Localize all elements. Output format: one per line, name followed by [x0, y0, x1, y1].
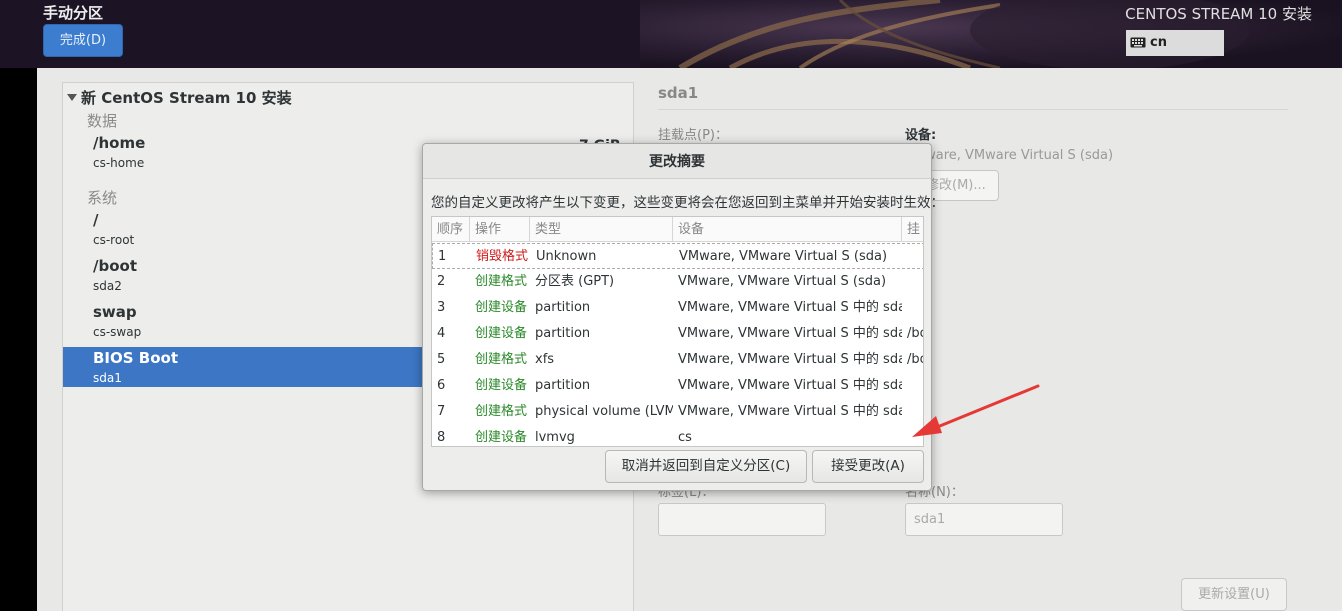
partition-device-swap: cs-swap [93, 325, 142, 339]
expander-icon[interactable] [67, 94, 77, 101]
cancel-and-return-button[interactable]: 取消并返回到自定义分区(C) [605, 450, 807, 483]
partition-device-home: cs-home [93, 156, 145, 170]
table-row[interactable]: 5 创建格式 xfs VMware, VMware Virtual S 中的 s… [432, 347, 923, 373]
keyboard-icon [1130, 37, 1146, 48]
cell-mount [902, 295, 923, 321]
partition-device-boot: sda2 [93, 279, 122, 293]
column-header-device[interactable]: 设备 [673, 217, 902, 242]
table-row[interactable]: 6 创建设备 partition VMware, VMware Virtual … [432, 373, 923, 399]
cell-device: VMware, VMware Virtual S (sda) [679, 249, 888, 264]
table-row[interactable]: 3 创建设备 partition VMware, VMware Virtual … [432, 295, 923, 321]
name-input[interactable]: sda1 [905, 503, 1063, 536]
page-title: 手动分区 [43, 4, 104, 22]
cell-action: 创建设备 [475, 300, 528, 315]
mount-point-label: 挂载点(P)： [658, 128, 728, 143]
section-data: 数据 [87, 112, 118, 130]
column-header-order[interactable]: 顺序 [432, 217, 470, 242]
cell-order: 5 [437, 352, 446, 367]
cell-mount: /bo [907, 326, 923, 341]
dialog-title: 更改摘要 [423, 144, 931, 179]
table-row[interactable]: 4 创建设备 partition VMware, VMware Virtual … [432, 321, 923, 347]
detail-divider [658, 109, 1288, 110]
detail-title: sda1 [658, 84, 699, 102]
summary-of-changes-dialog: 更改摘要 您的自定义更改将产生以下变更，这些变更将会在您返回到主菜单并开始安装时… [422, 143, 944, 491]
cell-mount [902, 373, 923, 399]
cell-order: 1 [438, 249, 447, 264]
dialog-message: 您的自定义更改将产生以下变更，这些变更将会在您返回到主菜单并开始安装时生效： [431, 195, 944, 211]
cell-action: 创建设备 [475, 430, 528, 445]
table-row[interactable]: 8 创建设备 lvmvg cs [432, 425, 923, 446]
cell-mount [903, 244, 923, 270]
cell-device: VMware, VMware Virtual S 中的 sda3 [678, 378, 902, 393]
device-label: 设备: [905, 128, 937, 143]
cell-device: VMware, VMware Virtual S (sda) [678, 274, 887, 289]
cell-action: 创建设备 [475, 326, 528, 341]
partition-mount-root[interactable]: / [93, 211, 98, 229]
cell-device: VMware, VMware Virtual S 中的 sda1 [678, 300, 902, 315]
column-header-mount[interactable]: 挂 [902, 217, 923, 242]
cell-type: partition [535, 326, 591, 341]
accept-changes-button[interactable]: 接受更改(A) [812, 450, 924, 483]
done-button[interactable]: 完成(D) [43, 24, 123, 57]
cell-order: 7 [437, 404, 446, 419]
column-header-type[interactable]: 类型 [530, 217, 673, 242]
cell-action: 创建格式 [475, 274, 528, 289]
left-frame [0, 68, 37, 611]
label-input[interactable] [658, 503, 826, 536]
keyboard-layout-label: cn [1150, 35, 1167, 50]
cell-type: Unknown [536, 249, 597, 264]
partition-mount-boot[interactable]: /boot [93, 257, 137, 275]
cell-order: 2 [437, 274, 446, 289]
cell-device: VMware, VMware Virtual S 中的 sda3 [678, 404, 902, 419]
column-header-action[interactable]: 操作 [470, 217, 530, 242]
changes-table-header: 顺序 操作 类型 设备 挂 [432, 217, 923, 242]
cell-order: 8 [437, 430, 446, 445]
cell-type: partition [535, 300, 591, 315]
header-bar: 手动分区 完成(D) CENTOS STREAM 10 安装 cn [0, 0, 1342, 68]
partition-device-bios-boot: sda1 [93, 371, 122, 385]
cell-type: xfs [535, 352, 555, 367]
cell-mount [902, 269, 923, 295]
cell-action: 创建格式 [475, 404, 528, 419]
update-settings-button[interactable]: 更新设置(U) [1181, 578, 1287, 611]
partition-mount-swap[interactable]: swap [93, 303, 137, 321]
keyboard-layout-indicator[interactable]: cn [1126, 30, 1224, 56]
changes-table: 顺序 操作 类型 设备 挂 1 销毁格式 Unknown VMware, VMw… [431, 216, 924, 447]
installation-root-label: 新 CentOS Stream 10 安装 [81, 89, 292, 107]
cell-action: 创建设备 [475, 378, 528, 393]
cell-action: 创建格式 [475, 352, 528, 367]
product-title: CENTOS STREAM 10 安装 [1125, 5, 1312, 23]
table-row[interactable]: 2 创建格式 分区表 (GPT) VMware, VMware Virtual … [432, 269, 923, 295]
cell-device: VMware, VMware Virtual S 中的 sda2 [678, 352, 902, 367]
cell-order: 6 [437, 378, 446, 393]
partition-mount-home[interactable]: /home [93, 134, 145, 152]
cell-type: physical volume (LVM) [535, 404, 673, 419]
cell-type: partition [535, 378, 591, 393]
partition-device-root: cs-root [93, 233, 135, 247]
cell-type: 分区表 (GPT) [535, 274, 615, 289]
cell-mount: /bo [907, 352, 923, 367]
partition-mount-bios-boot: BIOS Boot [93, 349, 179, 367]
cell-device: VMware, VMware Virtual S 中的 sda2 [678, 326, 902, 341]
installation-root[interactable]: 新 CentOS Stream 10 安装 [67, 87, 292, 108]
cell-mount [902, 425, 923, 446]
cell-order: 4 [437, 326, 446, 341]
cell-device: cs [678, 430, 692, 445]
cell-mount [902, 399, 923, 425]
cell-order: 3 [437, 300, 446, 315]
cell-action: 销毁格式 [476, 249, 529, 264]
cell-type: lvmvg [535, 430, 575, 445]
table-row[interactable]: 7 创建格式 physical volume (LVM) VMware, VMw… [432, 399, 923, 425]
section-system: 系统 [87, 189, 118, 207]
table-row[interactable]: 1 销毁格式 Unknown VMware, VMware Virtual S … [432, 243, 923, 270]
device-description: VMware, VMware Virtual S (sda) [905, 148, 1114, 163]
